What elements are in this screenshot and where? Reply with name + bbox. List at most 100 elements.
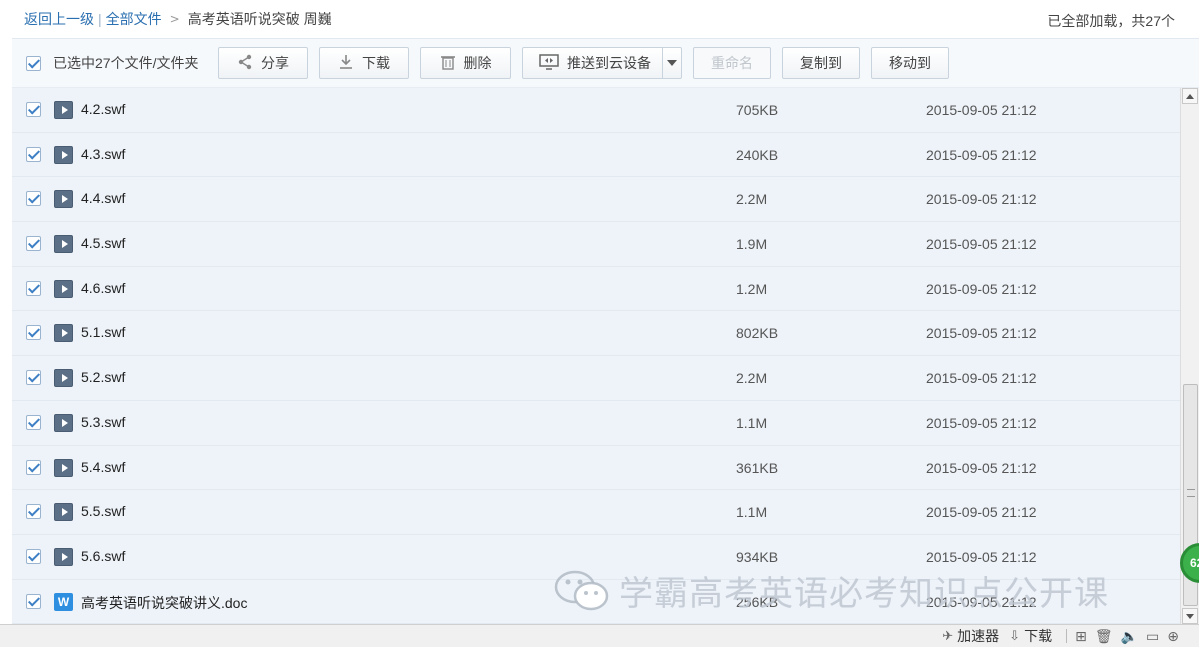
file-date: 2015-09-05 21:12	[926, 548, 1037, 565]
download-button[interactable]: 下载	[319, 47, 409, 79]
volume-icon[interactable]: 🔈	[1121, 628, 1138, 645]
accelerator-item[interactable]: ✈ 加速器	[942, 626, 999, 646]
file-name[interactable]: 4.3.swf	[81, 146, 125, 162]
new-tab-icon[interactable]: ⊞	[1075, 628, 1087, 645]
file-checkbox[interactable]	[26, 280, 41, 296]
file-name[interactable]: 5.6.swf	[81, 548, 125, 564]
file-name[interactable]: 4.5.swf	[81, 235, 125, 251]
trash-icon[interactable]: 🗑	[1095, 628, 1113, 645]
file-checkbox[interactable]	[26, 236, 41, 252]
download-icon	[338, 54, 354, 73]
accelerator-icon: ✈	[942, 628, 954, 643]
file-name[interactable]: 5.5.swf	[81, 503, 125, 519]
file-row[interactable]: 5.5.swf 1.1M 2015-09-05 21:12	[12, 490, 1180, 535]
status-separator	[1066, 629, 1068, 643]
file-row[interactable]: 4.4.swf 2.2M 2015-09-05 21:12	[12, 177, 1180, 223]
file-row[interactable]: 4.2.swf 705KB 2015-09-05 21:12	[12, 88, 1180, 133]
video-file-icon	[54, 503, 73, 522]
file-row[interactable]: 5.4.swf 361KB 2015-09-05 21:12	[12, 445, 1180, 491]
file-date: 2015-09-05 21:12	[926, 102, 1037, 118]
delete-button[interactable]: 删除	[420, 47, 511, 79]
delete-label: 删除	[463, 55, 492, 71]
file-row[interactable]: W 高考英语听说突破讲义.doc 256KB 2015-09-05 21:12	[12, 579, 1180, 624]
file-date: 2015-09-05 21:12	[926, 325, 1037, 342]
file-checkbox[interactable]	[26, 146, 41, 162]
file-size: 240KB	[736, 146, 779, 163]
file-list: 4.2.swf 705KB 2015-09-05 21:12 4.3.swf 240KB…	[12, 88, 1180, 624]
video-file-icon	[54, 145, 73, 164]
push-to-device-label: 推送到云设备	[567, 55, 651, 71]
all-files-link[interactable]: 全部文件	[106, 9, 162, 29]
file-size: 1.1M	[736, 504, 768, 521]
window-icon[interactable]: ▭	[1146, 628, 1159, 645]
copy-to-button[interactable]: 复制到	[782, 47, 860, 79]
file-row[interactable]: 4.3.swf 240KB 2015-09-05 21:12	[12, 132, 1180, 178]
file-name[interactable]: 5.4.swf	[81, 459, 125, 475]
file-row[interactable]: 5.6.swf 934KB 2015-09-05 21:12	[12, 534, 1180, 580]
video-file-icon	[54, 101, 73, 119]
file-checkbox[interactable]	[26, 191, 41, 207]
back-link[interactable]: 返回上一级	[24, 9, 94, 29]
file-name[interactable]: 高考英语听说突破讲义.doc	[81, 593, 247, 613]
status-download-label: 下载	[1024, 628, 1053, 644]
file-name[interactable]: 5.3.swf	[81, 414, 125, 430]
file-date: 2015-09-05 21:12	[926, 280, 1037, 297]
scroll-up-arrow[interactable]	[1182, 88, 1198, 104]
select-all-checkbox[interactable]	[26, 55, 41, 71]
file-name[interactable]: 4.6.swf	[81, 280, 125, 296]
word-file-icon: W	[54, 592, 73, 611]
move-to-button[interactable]: 移动到	[871, 47, 949, 79]
file-row[interactable]: 4.5.swf 1.9M 2015-09-05 21:12	[12, 222, 1180, 267]
trash-icon	[440, 54, 456, 73]
file-size: 256KB	[736, 593, 779, 610]
file-date: 2015-09-05 21:12	[926, 414, 1037, 431]
video-file-icon	[54, 279, 73, 298]
push-to-device-button[interactable]: 推送到云设备	[522, 47, 682, 79]
file-date: 2015-09-05 21:12	[926, 370, 1037, 387]
loaded-status: 已全部加载，共27个	[1047, 13, 1175, 29]
file-checkbox[interactable]	[26, 548, 41, 564]
file-checkbox[interactable]	[26, 414, 41, 430]
action-toolbar: 已选中27个文件/文件夹 分享 下载 删除 推送到云设备 重命名 复制到 移动到	[12, 38, 1199, 88]
select-all[interactable]: 已选中27个文件/文件夹	[26, 53, 218, 73]
rename-button[interactable]: 重命名	[693, 47, 771, 79]
video-file-icon	[54, 235, 73, 254]
file-checkbox[interactable]	[26, 593, 41, 609]
zoom-icon[interactable]: ⊕	[1167, 628, 1179, 645]
file-checkbox[interactable]	[26, 504, 41, 520]
file-checkbox[interactable]	[26, 102, 41, 117]
push-dropdown-arrow[interactable]	[663, 48, 681, 78]
file-size: 705KB	[736, 102, 779, 118]
video-file-icon	[54, 547, 73, 566]
file-checkbox[interactable]	[26, 459, 41, 475]
download-label: 下载	[362, 55, 390, 71]
file-size: 361KB	[736, 459, 779, 476]
device-icon	[539, 53, 559, 73]
file-name[interactable]: 4.4.swf	[81, 190, 125, 206]
file-size: 802KB	[736, 325, 779, 342]
breadcrumb-arrow: >	[169, 12, 180, 26]
status-download-item[interactable]: ⇩ 下载	[1009, 626, 1052, 646]
breadcrumb-separator: |	[98, 11, 102, 27]
file-checkbox[interactable]	[26, 370, 41, 386]
file-name[interactable]: 4.2.swf	[81, 101, 125, 117]
video-file-icon	[54, 190, 73, 209]
file-row[interactable]: 5.2.swf 2.2M 2015-09-05 21:12	[12, 356, 1180, 401]
file-name[interactable]: 5.1.swf	[81, 324, 125, 340]
video-file-icon	[54, 413, 73, 432]
scroll-down-arrow[interactable]	[1182, 608, 1198, 624]
file-size: 1.2M	[736, 280, 768, 297]
status-download-icon: ⇩	[1009, 628, 1021, 643]
status-bar: ✈ 加速器 ⇩ 下载 ⊞ 🗑 🔈 ▭ ⊕	[0, 624, 1199, 647]
share-button[interactable]: 分享	[218, 47, 308, 79]
file-checkbox[interactable]	[26, 325, 41, 341]
file-date: 2015-09-05 21:12	[926, 146, 1037, 163]
video-file-icon	[54, 458, 73, 477]
file-date: 2015-09-05 21:12	[926, 236, 1037, 253]
file-row[interactable]: 4.6.swf 1.2M 2015-09-05 21:12	[12, 266, 1180, 312]
file-row[interactable]: 5.3.swf 1.1M 2015-09-05 21:12	[12, 400, 1180, 446]
file-name[interactable]: 5.2.swf	[81, 369, 125, 385]
video-file-icon	[54, 369, 73, 388]
push-to-device-main[interactable]: 推送到云设备	[523, 48, 663, 78]
file-row[interactable]: 5.1.swf 802KB 2015-09-05 21:12	[12, 311, 1180, 357]
